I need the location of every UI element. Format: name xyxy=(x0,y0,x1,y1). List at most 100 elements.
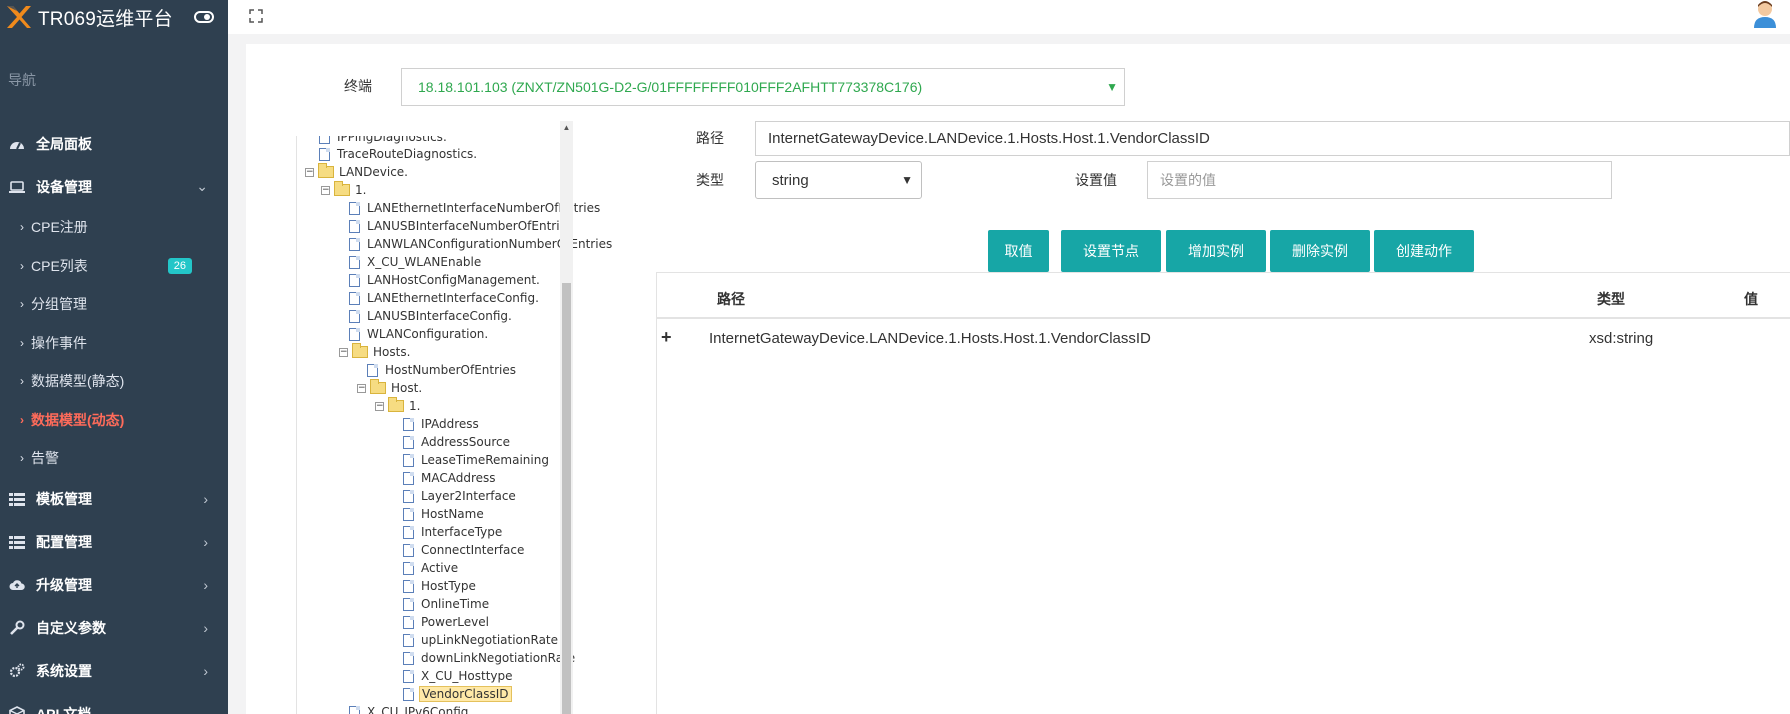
get-value-button[interactable]: 取值 xyxy=(988,230,1049,272)
sub-item-data-model-dynamic[interactable]: › 数据模型(动态) xyxy=(0,401,228,440)
nav-item-dashboard[interactable]: 全局面板 xyxy=(0,122,228,165)
tree-leaf-node[interactable]: LANWLANConfigurationNumberOfEntries xyxy=(349,235,614,253)
tree-node-label: LANEthernetInterfaceConfig. xyxy=(367,291,539,305)
user-avatar-icon[interactable] xyxy=(1752,0,1778,28)
tree-folder-node[interactable]: − LANDevice. xyxy=(305,163,410,181)
nav-item-upgrade-management[interactable]: 升级管理 › xyxy=(0,564,228,607)
tree-leaf-node[interactable]: Active xyxy=(403,559,460,577)
collapse-toggle-icon[interactable]: − xyxy=(305,167,314,177)
tree-leaf-node[interactable]: VendorClassID xyxy=(403,685,512,703)
scroll-thumb[interactable] xyxy=(562,283,571,714)
tree-leaf-node[interactable]: LANUSBInterfaceConfig. xyxy=(349,307,514,325)
sidebar-toggle-icon[interactable] xyxy=(194,11,214,23)
sub-item-cpe-register[interactable]: › CPE注册 xyxy=(0,208,228,247)
folder-icon xyxy=(352,343,368,358)
tree-node-label: IPPingDiagnostics. xyxy=(337,136,447,144)
collapse-toggle-icon[interactable]: − xyxy=(339,347,348,357)
chevron-right-icon: › xyxy=(20,220,24,235)
delete-instance-button[interactable]: 删除实例 xyxy=(1270,230,1370,272)
nav-item-device-management[interactable]: 设备管理 ⌄ xyxy=(0,165,228,208)
file-icon xyxy=(403,669,414,683)
type-select[interactable]: string ▼ xyxy=(755,161,922,199)
chevron-right-icon: › xyxy=(203,620,208,636)
tree-leaf-node[interactable]: PowerLevel xyxy=(403,613,491,631)
tree-node-label: X_CU_WLANEnable xyxy=(367,255,482,269)
tree-node-label: AddressSource xyxy=(421,435,511,449)
tree-scrollbar[interactable]: ▲ xyxy=(560,121,573,714)
tree-node-label: LANHostConfigManagement. xyxy=(367,273,540,287)
file-icon xyxy=(403,615,414,629)
chevron-right-icon: › xyxy=(20,451,24,466)
tree-leaf-node[interactable]: WLANConfiguration. xyxy=(349,325,490,343)
tree-leaf-node[interactable]: OnlineTime xyxy=(403,595,491,613)
tree-leaf-node[interactable]: HostName xyxy=(403,505,486,523)
terminal-select[interactable]: 18.18.101.103 (ZNXT/ZN501G-D2-G/01FFFFFF… xyxy=(401,68,1125,106)
add-instance-button[interactable]: 增加实例 xyxy=(1166,230,1266,272)
tree-leaf-node[interactable]: downLinkNegotiationRate xyxy=(403,649,577,667)
tree-node-label: X_CU_Hosttype xyxy=(421,669,513,683)
tree-folder-node[interactable]: − 1. xyxy=(321,181,368,199)
collapse-toggle-icon[interactable]: − xyxy=(321,185,330,195)
expand-row-icon[interactable]: + xyxy=(661,327,672,348)
scroll-up-arrow-icon[interactable]: ▲ xyxy=(560,121,573,135)
tree-leaf-node[interactable]: AddressSource xyxy=(403,433,512,451)
collapse-toggle-icon[interactable]: − xyxy=(357,383,366,393)
brand: TR069运维平台 xyxy=(0,0,228,34)
tree-leaf-node[interactable]: InterfaceType xyxy=(403,523,504,541)
nav-item-config-management[interactable]: 配置管理 › xyxy=(0,521,228,564)
count-badge: 26 xyxy=(167,257,192,274)
cloud-upload-icon xyxy=(8,577,26,593)
tree-leaf-node[interactable]: LANEthernetInterfaceConfig. xyxy=(349,289,541,307)
tree-leaf-node[interactable]: TraceRouteDiagnostics. xyxy=(319,145,479,163)
sub-item-cpe-list[interactable]: › CPE列表 26 xyxy=(0,247,228,286)
nav-label: 配置管理 xyxy=(36,534,92,550)
tree-leaf-node[interactable]: HostNumberOfEntries xyxy=(367,361,518,379)
terminal-label: 终端 xyxy=(344,78,372,94)
tree-folder-node[interactable]: − Hosts. xyxy=(339,343,412,361)
folder-icon xyxy=(334,181,350,196)
terminal-value: 18.18.101.103 (ZNXT/ZN501G-D2-G/01FFFFFF… xyxy=(418,79,923,95)
sub-item-data-model-static[interactable]: › 数据模型(静态) xyxy=(0,362,228,401)
tree-node-label: TraceRouteDiagnostics. xyxy=(337,147,478,161)
nav-item-system-settings[interactable]: 系统设置 › xyxy=(0,650,228,693)
nav-item-template-management[interactable]: 模板管理 › xyxy=(0,478,228,521)
file-icon xyxy=(349,273,360,287)
tree-node-label: LANUSBInterfaceConfig. xyxy=(367,309,512,323)
sub-item-label: 告警 xyxy=(31,450,59,467)
folder-icon xyxy=(370,379,386,394)
tree-leaf-node[interactable]: IPAddress xyxy=(403,415,481,433)
tree-leaf-node[interactable]: X_CU_Hosttype xyxy=(403,667,515,685)
set-node-button[interactable]: 设置节点 xyxy=(1061,230,1161,272)
file-icon xyxy=(349,705,360,714)
sub-item-label: 操作事件 xyxy=(31,334,87,351)
nav-label: API 文档 xyxy=(36,706,92,714)
tree-folder-node[interactable]: − 1. xyxy=(375,397,422,415)
nav-item-api-docs[interactable]: API 文档 xyxy=(0,693,228,714)
create-action-button[interactable]: 创建动作 xyxy=(1374,230,1474,272)
tree-leaf-node[interactable]: LeaseTimeRemaining xyxy=(403,451,551,469)
chevron-right-icon: › xyxy=(20,258,24,273)
sub-item-operation-events[interactable]: › 操作事件 xyxy=(0,324,228,363)
sub-item-label: CPE列表 xyxy=(31,257,88,274)
tree-leaf-node[interactable]: MACAddress xyxy=(403,469,498,487)
path-input[interactable]: InternetGatewayDevice.LANDevice.1.Hosts.… xyxy=(755,121,1790,156)
tree-leaf-node[interactable]: upLinkNegotiationRate xyxy=(403,631,560,649)
set-value-input[interactable]: 设置的值 xyxy=(1147,161,1612,199)
tree-folder-node[interactable]: − Host. xyxy=(357,379,424,397)
tree-leaf-node[interactable]: LANUSBInterfaceNumberOfEntries xyxy=(349,217,575,235)
collapse-toggle-icon[interactable]: − xyxy=(375,401,384,411)
nav-item-custom-params[interactable]: 自定义参数 › xyxy=(0,607,228,650)
row-type: xsd:string xyxy=(1589,330,1654,347)
tree-leaf-node[interactable]: LANHostConfigManagement. xyxy=(349,271,542,289)
tree-leaf-node[interactable]: X_CU_IPv6Config. xyxy=(349,703,474,714)
sub-item-group-management[interactable]: › 分组管理 xyxy=(0,285,228,324)
tree-leaf-node[interactable]: Layer2Interface xyxy=(403,487,518,505)
data-model-tree[interactable]: IPPingDiagnostics. TraceRouteDiagnostics.… xyxy=(296,136,632,714)
tree-leaf-node[interactable]: X_CU_WLANEnable xyxy=(349,253,483,271)
tree-leaf-node[interactable]: ConnectInterface xyxy=(403,541,526,559)
sub-item-alarms[interactable]: › 告警 xyxy=(0,439,228,478)
table-header: 路径 类型 值 xyxy=(657,272,1790,319)
chevron-right-icon: › xyxy=(20,335,24,350)
fullscreen-icon[interactable] xyxy=(248,8,264,24)
tree-leaf-node[interactable]: HostType xyxy=(403,577,478,595)
